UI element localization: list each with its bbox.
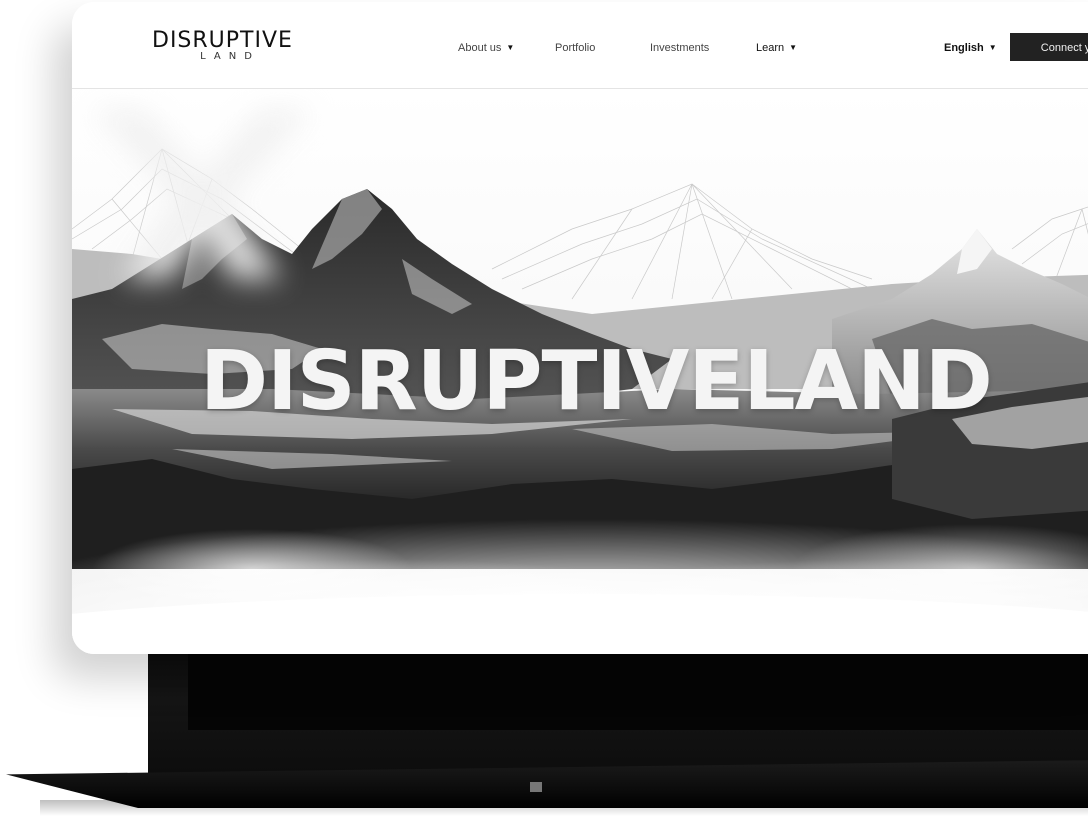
mockup-stage: DISRUPTIVE LAND About us ▼ Portfolio Inve… [0,0,1088,816]
hero-title: DISRUPTIVELAND [200,334,993,429]
connect-wallet-button[interactable]: Connect your [1010,33,1088,61]
language-selector[interactable]: English ▼ [944,41,997,55]
language-label: English [944,42,984,54]
site-logo[interactable]: DISRUPTIVE LAND [152,30,302,66]
nav-item-about-us[interactable]: About us ▼ [458,41,514,55]
site-navbar: DISRUPTIVE LAND About us ▼ Portfolio Inve… [72,2,1088,89]
laptop-notch [530,782,542,792]
nav-item-label: About us [458,42,502,54]
nav-item-portfolio[interactable]: Portfolio [555,41,595,55]
x-mark-icon [92,109,312,279]
nav-item-label: Portfolio [555,42,596,54]
chevron-down-icon: ▼ [789,43,798,52]
laptop-screen: DISRUPTIVE LAND About us ▼ Portfolio Inve… [72,2,1088,654]
chevron-down-icon: ▼ [506,43,515,52]
nav-item-label: Investments [650,42,710,54]
nav-item-label: Learn [756,42,785,54]
chevron-down-icon: ▼ [988,43,997,52]
logo-wordmark: DISRUPTIVE [152,28,293,53]
laptop-keyboard-area [188,650,1088,730]
logo-subtitle: LAND [200,51,260,62]
laptop-shadow [40,800,1088,816]
hero-section: DISRUPTIVELAND [72,89,1088,654]
nav-item-investments[interactable]: Investments [650,41,709,55]
nav-item-learn[interactable]: Learn ▼ [756,41,797,55]
